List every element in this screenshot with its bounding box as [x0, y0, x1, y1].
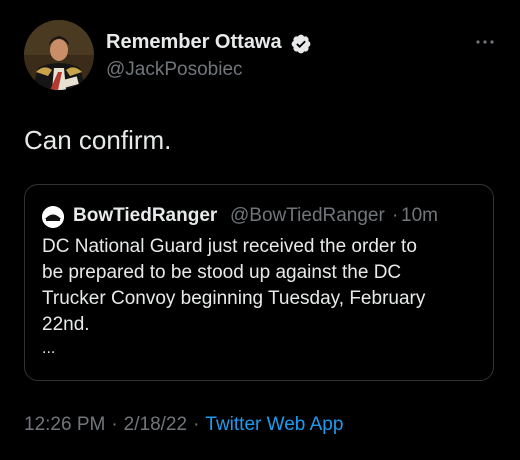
- quoted-tweet[interactable]: BowTiedRanger @BowTiedRanger · 10m DC Na…: [24, 184, 494, 381]
- tweet-time[interactable]: 12:26 PM: [24, 414, 105, 435]
- quoted-tweet-body: DC National Guard just received the orde…: [42, 234, 482, 338]
- quoted-author-name[interactable]: BowTiedRanger: [73, 205, 217, 227]
- portrait-avatar-icon: [24, 20, 94, 90]
- quoted-timestamp[interactable]: 10m: [401, 205, 438, 227]
- tweet-meta: 12:26 PM · 2/18/22 · Twitter Web App: [24, 414, 343, 436]
- quoted-body-line: be prepared to be stood up against the D…: [42, 262, 402, 283]
- tweet-text: Can confirm.: [24, 125, 172, 155]
- quoted-author-avatar[interactable]: [42, 206, 64, 228]
- verified-badge-icon: [291, 34, 311, 54]
- author-avatar[interactable]: [24, 20, 94, 90]
- meta-separator: ·: [193, 414, 200, 435]
- bowtie-avatar-icon: [42, 206, 64, 228]
- author-handle[interactable]: @JackPosobiec: [106, 59, 243, 81]
- author-display-name[interactable]: Remember Ottawa: [106, 31, 282, 54]
- tweet-source-link[interactable]: Twitter Web App: [205, 414, 343, 435]
- quoted-body-line: Trucker Convoy beginning Tuesday, Februa…: [42, 288, 426, 309]
- quoted-separator: ·: [392, 205, 399, 226]
- tweet-card: Remember Ottawa @JackPosobiec Can confir…: [0, 0, 520, 460]
- quoted-body-line: 22nd.: [42, 314, 90, 335]
- quoted-author-handle[interactable]: @BowTiedRanger: [230, 205, 385, 227]
- more-icon[interactable]: [470, 30, 500, 54]
- quoted-ellipsis: ...: [42, 340, 56, 357]
- tweet-date[interactable]: 2/18/22: [124, 414, 187, 435]
- meta-separator: ·: [111, 414, 118, 435]
- quoted-body-line: DC National Guard just received the orde…: [42, 236, 417, 257]
